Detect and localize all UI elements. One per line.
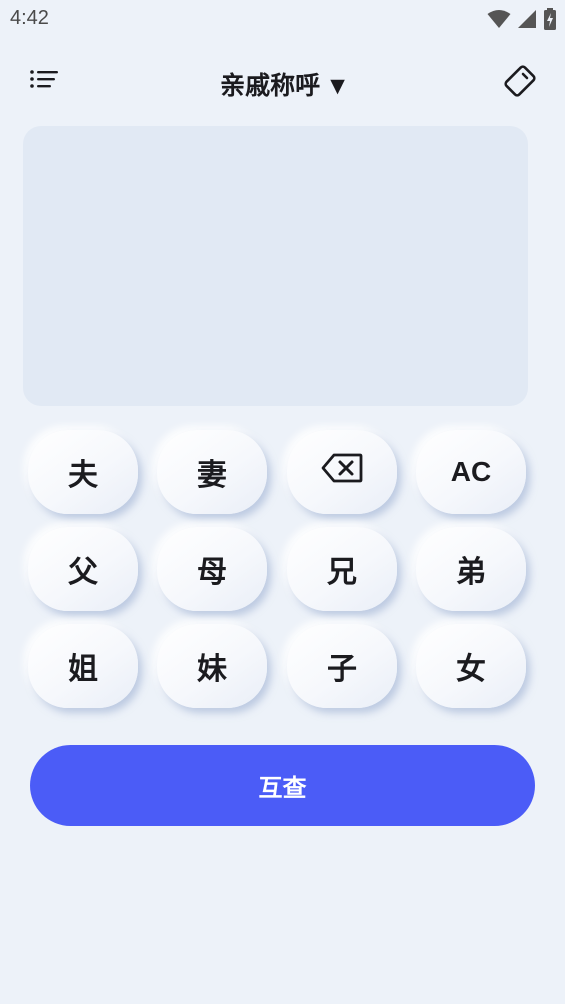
key-younger-brother[interactable]: 弟	[416, 527, 526, 611]
dropdown-caret-icon: ▼	[330, 75, 345, 97]
key-husband[interactable]: 夫	[28, 430, 138, 514]
backspace-button[interactable]	[287, 430, 397, 514]
screen-rotation-icon	[503, 64, 537, 102]
cellular-signal-icon	[517, 9, 537, 33]
key-elder-sister[interactable]: 姐	[28, 624, 138, 708]
key-mother[interactable]: 母	[157, 527, 267, 611]
status-time: 4:42	[10, 7, 49, 29]
mutual-lookup-button[interactable]: 互查	[30, 745, 535, 826]
key-elder-brother[interactable]: 兄	[287, 527, 397, 611]
relation-type-dropdown[interactable]: 亲戚称呼 ▼	[0, 66, 565, 102]
backspace-icon	[321, 453, 363, 491]
key-daughter[interactable]: 女	[416, 624, 526, 708]
result-display	[23, 126, 528, 406]
rotate-button[interactable]	[497, 60, 543, 106]
key-father[interactable]: 父	[28, 527, 138, 611]
page-title: 亲戚称呼	[220, 71, 321, 100]
clear-all-button[interactable]: AC	[416, 430, 526, 514]
battery-charging-icon	[543, 8, 557, 34]
status-bar: 4:42	[0, 0, 565, 38]
key-wife[interactable]: 妻	[157, 430, 267, 514]
key-son[interactable]: 子	[287, 624, 397, 708]
wifi-icon	[487, 9, 511, 33]
key-younger-sister[interactable]: 妹	[157, 624, 267, 708]
status-icons	[487, 8, 557, 34]
toolbar: 亲戚称呼 ▼	[0, 52, 565, 114]
